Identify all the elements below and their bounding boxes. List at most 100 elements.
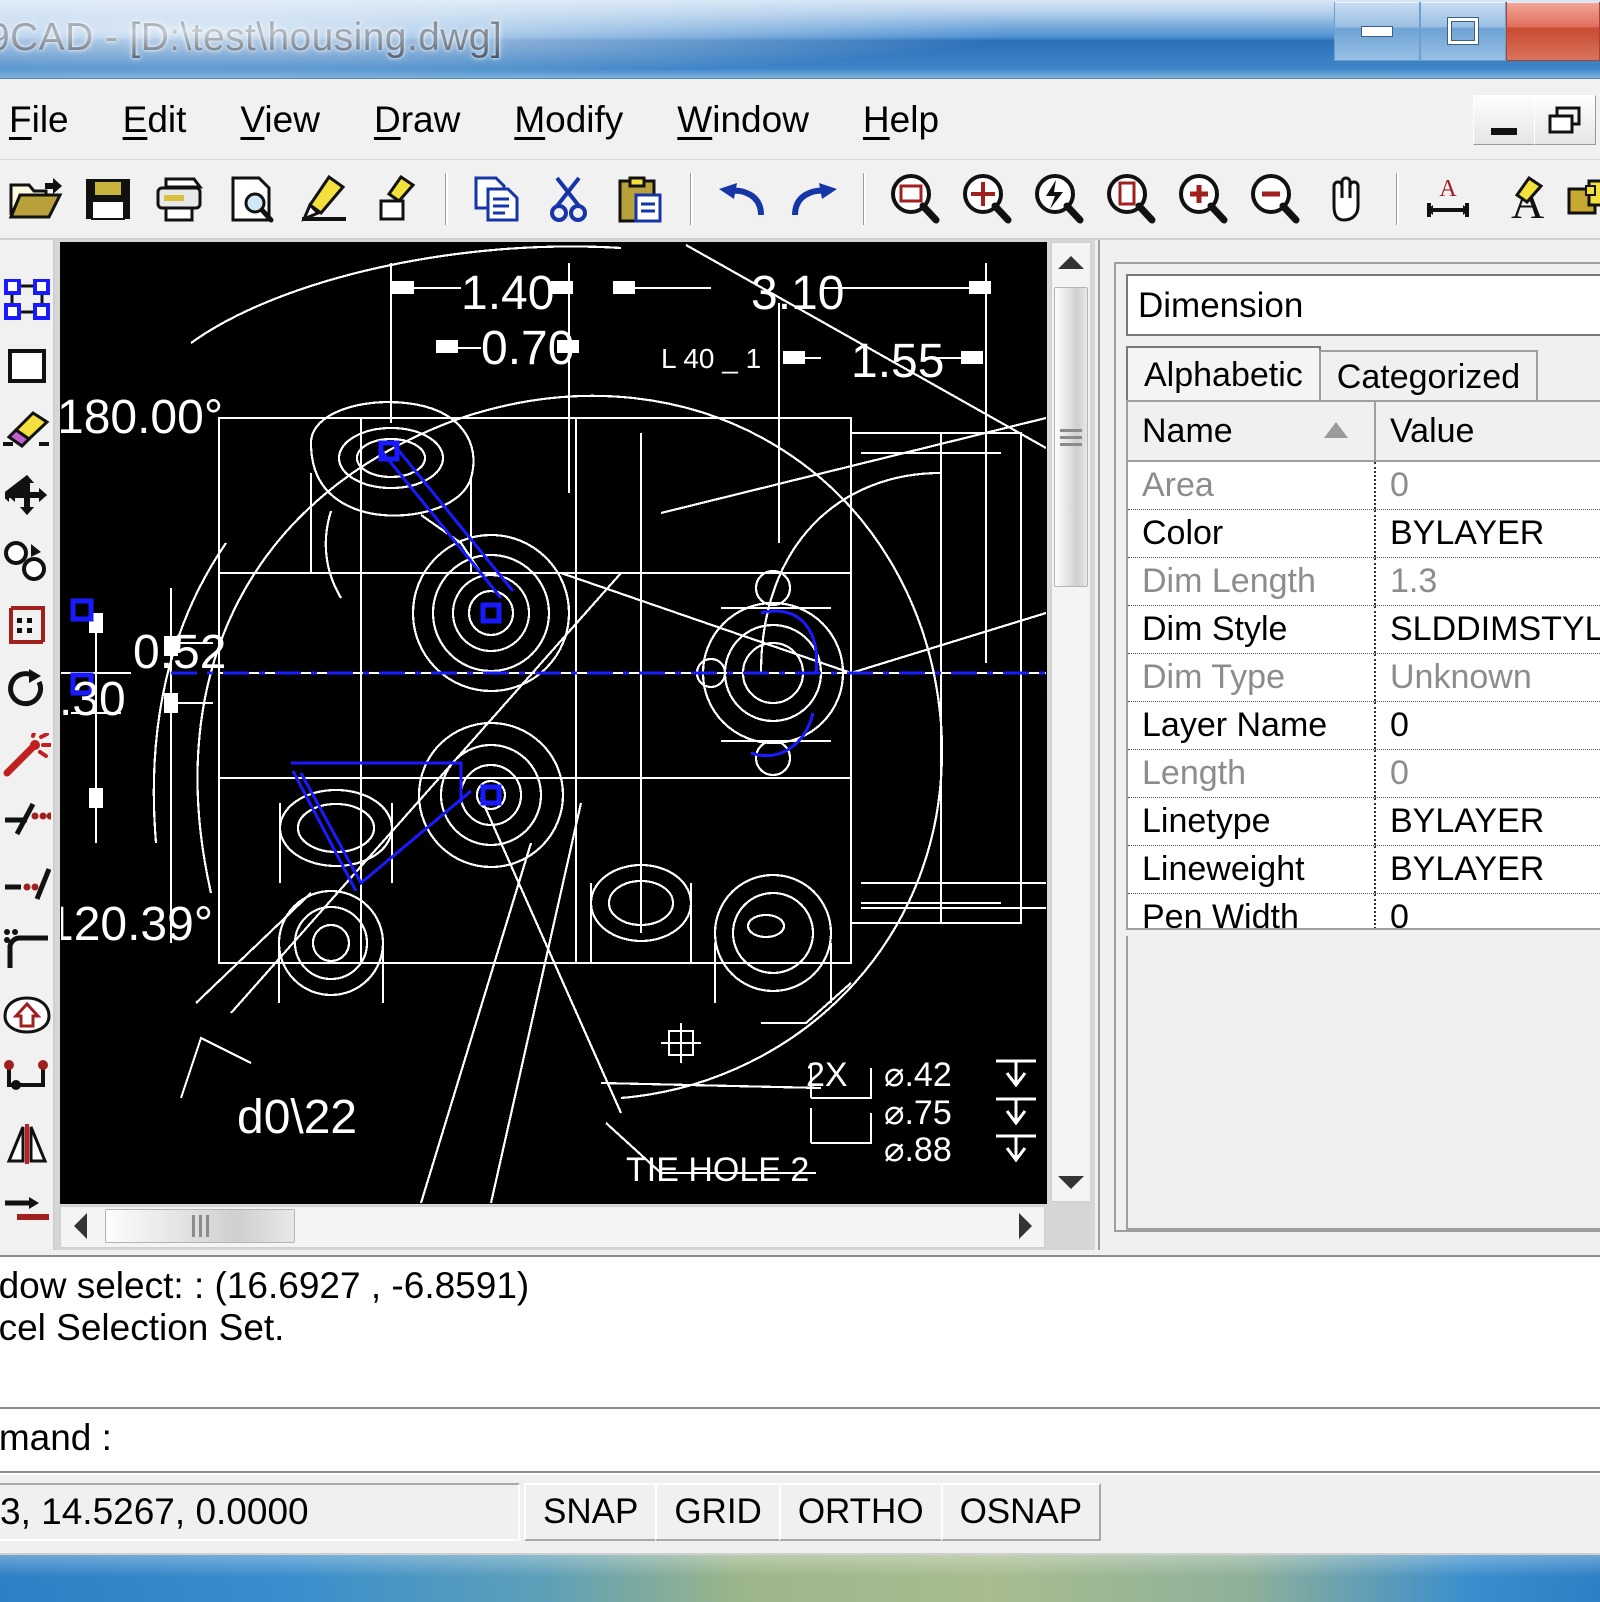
column-header-value[interactable]: Value: [1376, 402, 1600, 460]
grid-toggle[interactable]: GRID: [655, 1483, 781, 1541]
table-row[interactable]: Dim Style SLDDIMSTYLE: [1128, 606, 1600, 654]
array-icon[interactable]: [2, 602, 52, 649]
table-row[interactable]: Dim Length 1.3: [1128, 558, 1600, 606]
desktop-taskbar[interactable]: [0, 1553, 1600, 1602]
zoom-page-icon[interactable]: [1102, 170, 1160, 228]
zoom-in-icon[interactable]: [1174, 170, 1232, 228]
column-header-name[interactable]: Name: [1128, 402, 1376, 460]
table-row[interactable]: Linetype BYLAYER: [1128, 798, 1600, 846]
column-header-name-label: Name: [1142, 412, 1233, 451]
menu-view[interactable]: View: [213, 101, 347, 138]
property-name: Color: [1128, 510, 1376, 557]
rectangle-icon[interactable]: [2, 343, 52, 390]
fillet-icon[interactable]: [2, 926, 52, 973]
copy-icon[interactable]: [468, 170, 526, 228]
save-icon[interactable]: [79, 170, 137, 228]
stretch-icon[interactable]: [2, 1056, 52, 1103]
cad-canvas[interactable]: 1.40 3.10 0.70 1.55 180.00° 0.52 .30 120…: [60, 242, 1047, 1204]
cut-icon[interactable]: [540, 170, 598, 228]
mdi-restore-button[interactable]: [1534, 95, 1596, 145]
undo-icon[interactable]: [713, 170, 771, 228]
match-properties-icon[interactable]: [367, 170, 425, 228]
osnap-toggle[interactable]: OSNAP: [941, 1483, 1102, 1541]
vertical-scrollbar[interactable]: [1051, 242, 1091, 1202]
svg-text:A: A: [1439, 176, 1457, 202]
toolbar-separator: [863, 173, 866, 225]
pan-hand-icon[interactable]: [1318, 170, 1376, 228]
command-prompt[interactable]: mmand :: [0, 1409, 1600, 1473]
move-icon[interactable]: [2, 472, 52, 519]
print-preview-icon[interactable]: [223, 170, 281, 228]
command-history-line: ndow select: : (16.6927 , -6.8591): [0, 1265, 529, 1307]
menu-window[interactable]: Window: [650, 101, 836, 138]
modify-toolbar: [0, 240, 55, 1250]
dim-text: .30: [61, 673, 126, 726]
property-value[interactable]: BYLAYER: [1376, 846, 1600, 893]
table-row[interactable]: Color BYLAYER: [1128, 510, 1600, 558]
text-style-icon[interactable]: A: [1491, 170, 1549, 228]
snap-toggle[interactable]: SNAP: [524, 1483, 657, 1541]
restore-button[interactable]: [1420, 2, 1506, 61]
ortho-toggle[interactable]: ORTHO: [779, 1483, 943, 1541]
mdi-minimize-button[interactable]: [1473, 95, 1535, 145]
dimension-style-icon[interactable]: A: [1419, 170, 1477, 228]
property-value[interactable]: 0: [1376, 702, 1600, 749]
scroll-up-button[interactable]: [1052, 243, 1090, 281]
zoom-window-icon[interactable]: [886, 170, 944, 228]
erase-icon[interactable]: [2, 408, 52, 455]
property-value[interactable]: BYLAYER: [1376, 798, 1600, 845]
open-icon[interactable]: [7, 170, 65, 228]
zoom-out-icon[interactable]: [1246, 170, 1304, 228]
scroll-right-button[interactable]: [1006, 1207, 1044, 1245]
tab-alphabetic[interactable]: Alphabetic: [1126, 346, 1321, 402]
menu-modify[interactable]: Modify: [487, 101, 650, 138]
property-name: Dim Length: [1128, 558, 1376, 605]
tab-categorized[interactable]: Categorized: [1319, 350, 1538, 402]
extend-icon[interactable]: [2, 861, 52, 908]
scroll-grip-icon: [1060, 436, 1082, 439]
select-grips-icon[interactable]: [2, 278, 52, 325]
scale-icon[interactable]: [2, 1185, 52, 1232]
block-icon[interactable]: [1563, 170, 1600, 228]
trim-icon[interactable]: [2, 796, 52, 843]
horizontal-scrollbar[interactable]: [60, 1206, 1045, 1248]
tie-hole-label: TIE HOLE 2: [626, 1151, 809, 1189]
redo-icon[interactable]: [785, 170, 843, 228]
horizontal-scroll-thumb[interactable]: [105, 1209, 295, 1243]
chamfer-icon[interactable]: [2, 991, 52, 1038]
copy-object-icon[interactable]: [2, 537, 52, 584]
object-type-combo[interactable]: Dimension: [1126, 274, 1600, 336]
cad-application-window: 9CAD - [D:\test\housing.dwg] File Edit V…: [0, 0, 1600, 1600]
property-value[interactable]: BYLAYER: [1376, 510, 1600, 557]
close-button[interactable]: [1506, 2, 1600, 61]
paste-icon[interactable]: [612, 170, 670, 228]
explode-icon[interactable]: [2, 732, 52, 779]
rotate-icon[interactable]: [2, 667, 52, 714]
vertical-scroll-thumb[interactable]: [1054, 287, 1088, 587]
table-row[interactable]: Layer Name 0: [1128, 702, 1600, 750]
menu-edit[interactable]: Edit: [96, 101, 214, 138]
property-value[interactable]: SLDDIMSTYLE: [1376, 606, 1600, 653]
menu-file[interactable]: File: [0, 101, 96, 138]
zoom-dynamic-icon[interactable]: [1030, 170, 1088, 228]
dim-text: 1.55: [851, 335, 944, 388]
table-row[interactable]: Dim Type Unknown: [1128, 654, 1600, 702]
table-row[interactable]: Length 0: [1128, 750, 1600, 798]
zoom-extents-icon[interactable]: [958, 170, 1016, 228]
mirror-icon[interactable]: [2, 1120, 52, 1167]
table-row[interactable]: Area 0: [1128, 462, 1600, 510]
menu-help[interactable]: Help: [836, 101, 966, 138]
scroll-left-button[interactable]: [61, 1207, 99, 1245]
property-value[interactable]: 0: [1376, 894, 1600, 930]
command-history[interactable]: ndow select: : (16.6927 , -6.8591) ncel …: [0, 1255, 1600, 1409]
scroll-down-button[interactable]: [1052, 1163, 1090, 1201]
table-row[interactable]: Lineweight BYLAYER: [1128, 846, 1600, 894]
property-name: Length: [1128, 750, 1376, 797]
print-icon[interactable]: [151, 170, 209, 228]
table-row[interactable]: Pen Width 0: [1128, 894, 1600, 930]
properties-tabs: Alphabetic Categorized: [1126, 346, 1600, 402]
properties-icon[interactable]: [295, 170, 353, 228]
chevron-left-icon: [74, 1213, 87, 1239]
menu-draw[interactable]: Draw: [347, 101, 487, 138]
minimize-button[interactable]: [1334, 2, 1420, 61]
